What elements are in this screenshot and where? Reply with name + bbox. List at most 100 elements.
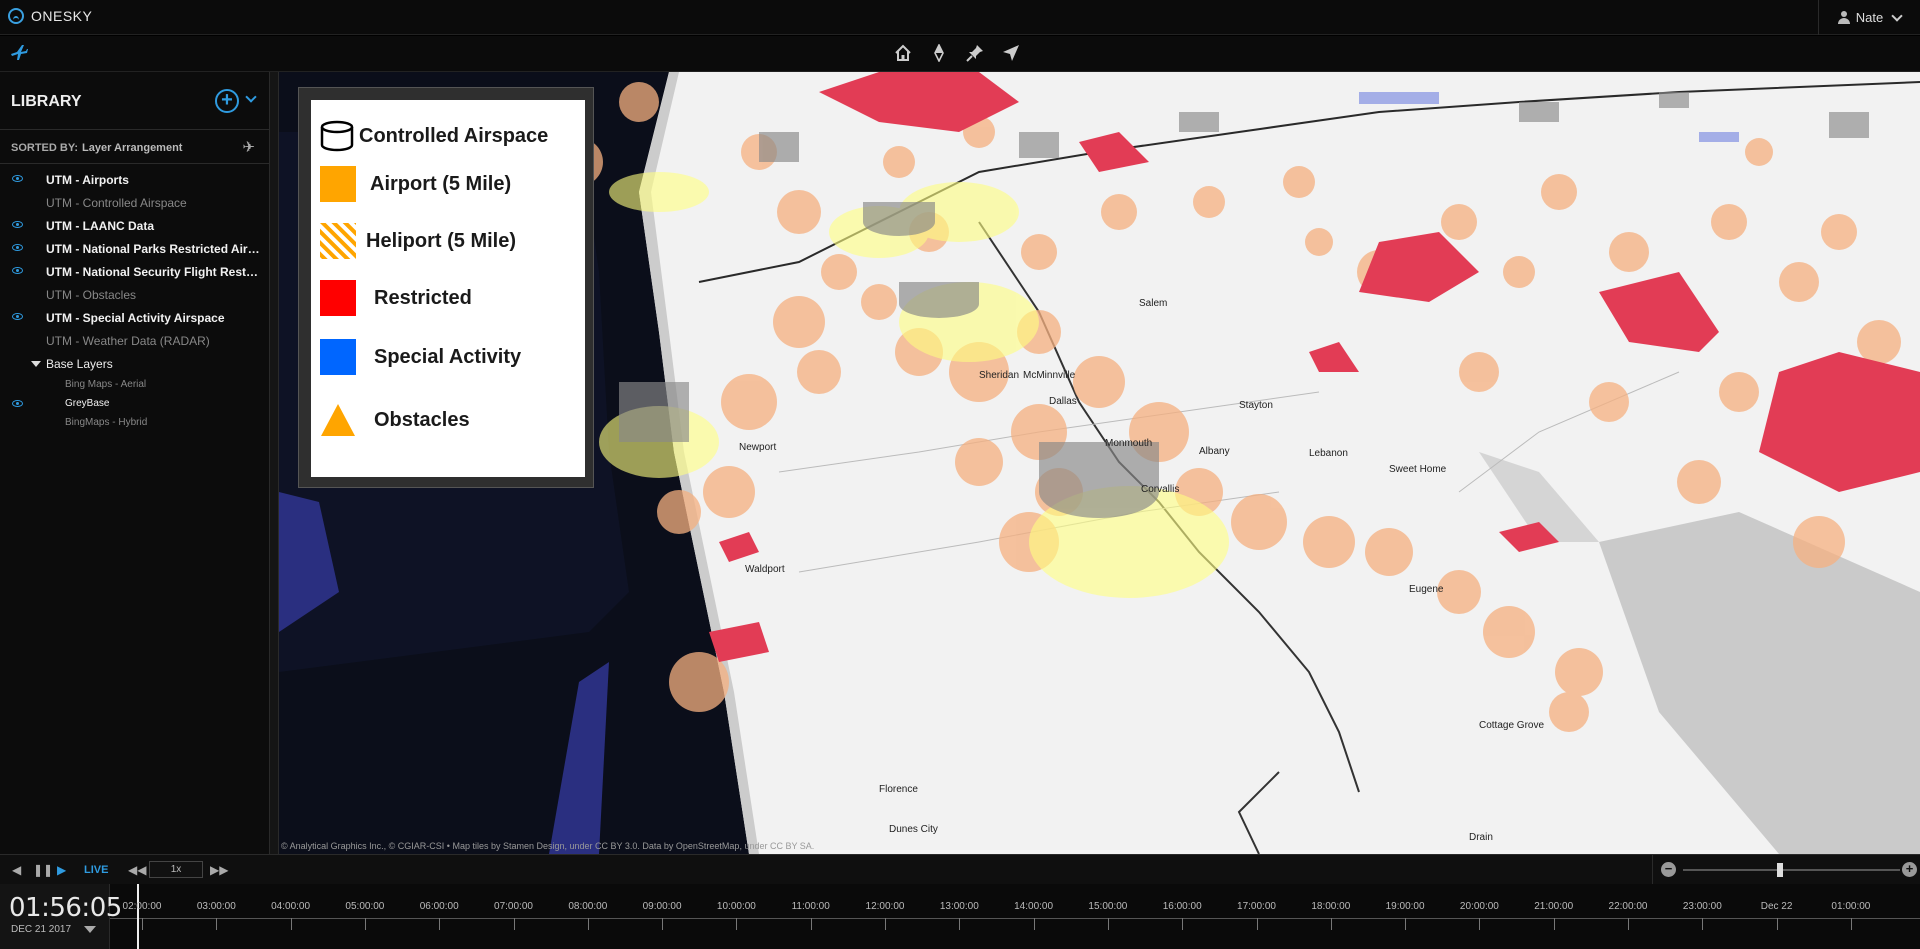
layer-item[interactable]: UTM - Airports [0,168,269,191]
caret-down-icon[interactable] [31,361,41,367]
home-button[interactable] [892,41,914,65]
sorted-by-label: SORTED BY: [11,142,79,154]
base-layer-item[interactable]: GreyBase [0,394,269,413]
timeline-tick-label: 03:00:00 [196,901,236,912]
sort-row: SORTED BY: Layer Arrangement ✈ [0,130,269,164]
timeline-tick [1628,918,1629,930]
timeline-zoom: − + [1652,855,1920,885]
timeline-tick [959,918,961,930]
base-layer-label: GreyBase [65,398,110,409]
timeline-tick-label: 08:00:00 [568,901,608,912]
visibility-eye-icon[interactable] [12,313,23,320]
place-label: Waldport [745,564,785,575]
timeline-tick-label: 05:00:00 [345,901,385,912]
layer-list: UTM - Airports UTM - Controlled Airspace… [0,164,269,432]
clock-time: 01:56:05 [9,893,122,923]
base-layer-item[interactable]: BingMaps - Hybrid [0,413,269,432]
add-menu-chevron-icon[interactable] [245,91,257,103]
base-layer-item[interactable]: Bing Maps - Aerial [0,375,269,394]
timeline-tick-label: 09:00:00 [642,901,682,912]
compass-button[interactable] [928,41,950,65]
place-label: Newport [739,442,777,453]
timeline-tick-label: 21:00:00 [1534,901,1574,912]
timeline-track[interactable]: 02:00:00 03:00:00 04:00:00 05:00:00 06:00:00… [110,884,1920,949]
library-header: LIBRARY + [0,72,269,130]
panel-resize-handle[interactable] [270,72,279,854]
place-label: Cottage Grove [1479,720,1545,731]
layer-item[interactable]: UTM - Controlled Airspace [0,191,269,214]
timeline-tick-label: 13:00:00 [939,901,979,912]
app-brand[interactable]: ONESKY [8,8,92,24]
timeline-tick [736,918,738,930]
timeline-tick [1850,918,1852,930]
onesky-logo-icon [8,8,24,24]
timeline-tick [1776,918,1778,930]
visibility-eye-icon[interactable] [12,175,23,182]
place-label: Salem [1139,298,1168,309]
timeline-tick [290,918,292,930]
clock-display: 01:56:05 DEC 21 2017 [0,884,122,949]
timeline-tick [364,918,366,930]
date-picker-caret-icon[interactable] [84,926,96,933]
timeline-tick-label: 11:00:00 [791,901,830,912]
add-layer-button[interactable]: + [215,89,239,113]
layer-item[interactable]: UTM - Obstacles [0,283,269,306]
timeline-tick-label: 06:00:00 [419,901,459,912]
visibility-eye-icon[interactable] [12,267,23,274]
visibility-eye-icon[interactable] [12,400,23,407]
fly-to-icon[interactable]: ✈ [242,138,255,156]
timeline-tick [885,918,886,930]
layer-label: UTM - National Parks Restricted Airspace [46,242,260,256]
pause-button[interactable]: ❚❚ [33,863,53,877]
timeline: 01:56:05 DEC 21 2017 02:00:00 03:00:00 04:… [0,884,1920,949]
zoom-slider-track[interactable] [1683,869,1900,871]
play-button[interactable]: ▶ [57,863,66,877]
user-icon [1837,11,1850,24]
timeline-tick-label: 07:00:00 [494,901,533,912]
navigate-button[interactable] [1000,41,1022,65]
layer-group-base-layers[interactable]: Base Layers [0,352,269,375]
speed-input[interactable]: 1x [149,861,203,878]
rewind-button[interactable]: ◀◀ [128,863,146,877]
flight-mode-button[interactable] [8,42,30,64]
place-label: Sheridan [979,370,1020,381]
timeline-tick [1182,918,1184,930]
timeline-tick-label: 20:00:00 [1459,901,1499,912]
time-cursor[interactable] [137,884,139,949]
visibility-eye-icon[interactable] [12,244,23,251]
layer-item[interactable]: UTM - National Parks Restricted Airspace [0,237,269,260]
timeline-tick-label: Dec 22 [1760,901,1793,912]
timeline-tick [1330,918,1332,930]
layer-label: UTM - Airports [46,173,129,187]
layer-label: UTM - Controlled Airspace [46,196,187,210]
timeline-tick [1256,918,1258,930]
zoom-slider-handle[interactable] [1777,863,1783,877]
app-name: ONESKY [31,8,93,24]
visibility-eye-icon[interactable] [12,221,23,228]
sorted-by-value[interactable]: Layer Arrangement [82,142,182,154]
timeline-tick [1033,918,1035,930]
timeline-tick [439,918,441,930]
timeline-tick [1702,918,1704,930]
fast-forward-button[interactable]: ▶▶ [210,863,228,877]
layer-item[interactable]: UTM - Weather Data (RADAR) [0,329,269,352]
navigate-icon [1003,45,1019,61]
layer-label: UTM - Obstacles [46,288,137,302]
step-back-button[interactable]: ◀ [12,863,21,877]
layer-label: UTM - Weather Data (RADAR) [46,334,210,348]
layer-item[interactable]: UTM - National Security Flight Restricti… [0,260,269,283]
zoom-in-button[interactable]: + [1902,862,1917,877]
timeline-tick-label: 04:00:00 [271,901,311,912]
layer-item[interactable]: UTM - Special Activity Airspace [0,306,269,329]
timeline-tick-label: 23:00:00 [1682,901,1722,912]
map-viewport[interactable]: Controlled Airspace Airport (5 Mile) Hel… [279,72,1920,854]
zoom-out-button[interactable]: − [1661,862,1676,877]
top-bar: ONESKY Nate [0,0,1920,35]
pin-button[interactable] [964,41,986,65]
pin-icon [966,45,983,62]
live-button[interactable]: LIVE [84,864,108,876]
layer-item[interactable]: UTM - LAANC Data [0,214,269,237]
place-label: Sweet Home [1389,464,1447,475]
timeline-tick-label: 16:00:00 [1162,901,1202,912]
user-menu[interactable]: Nate [1818,0,1920,35]
